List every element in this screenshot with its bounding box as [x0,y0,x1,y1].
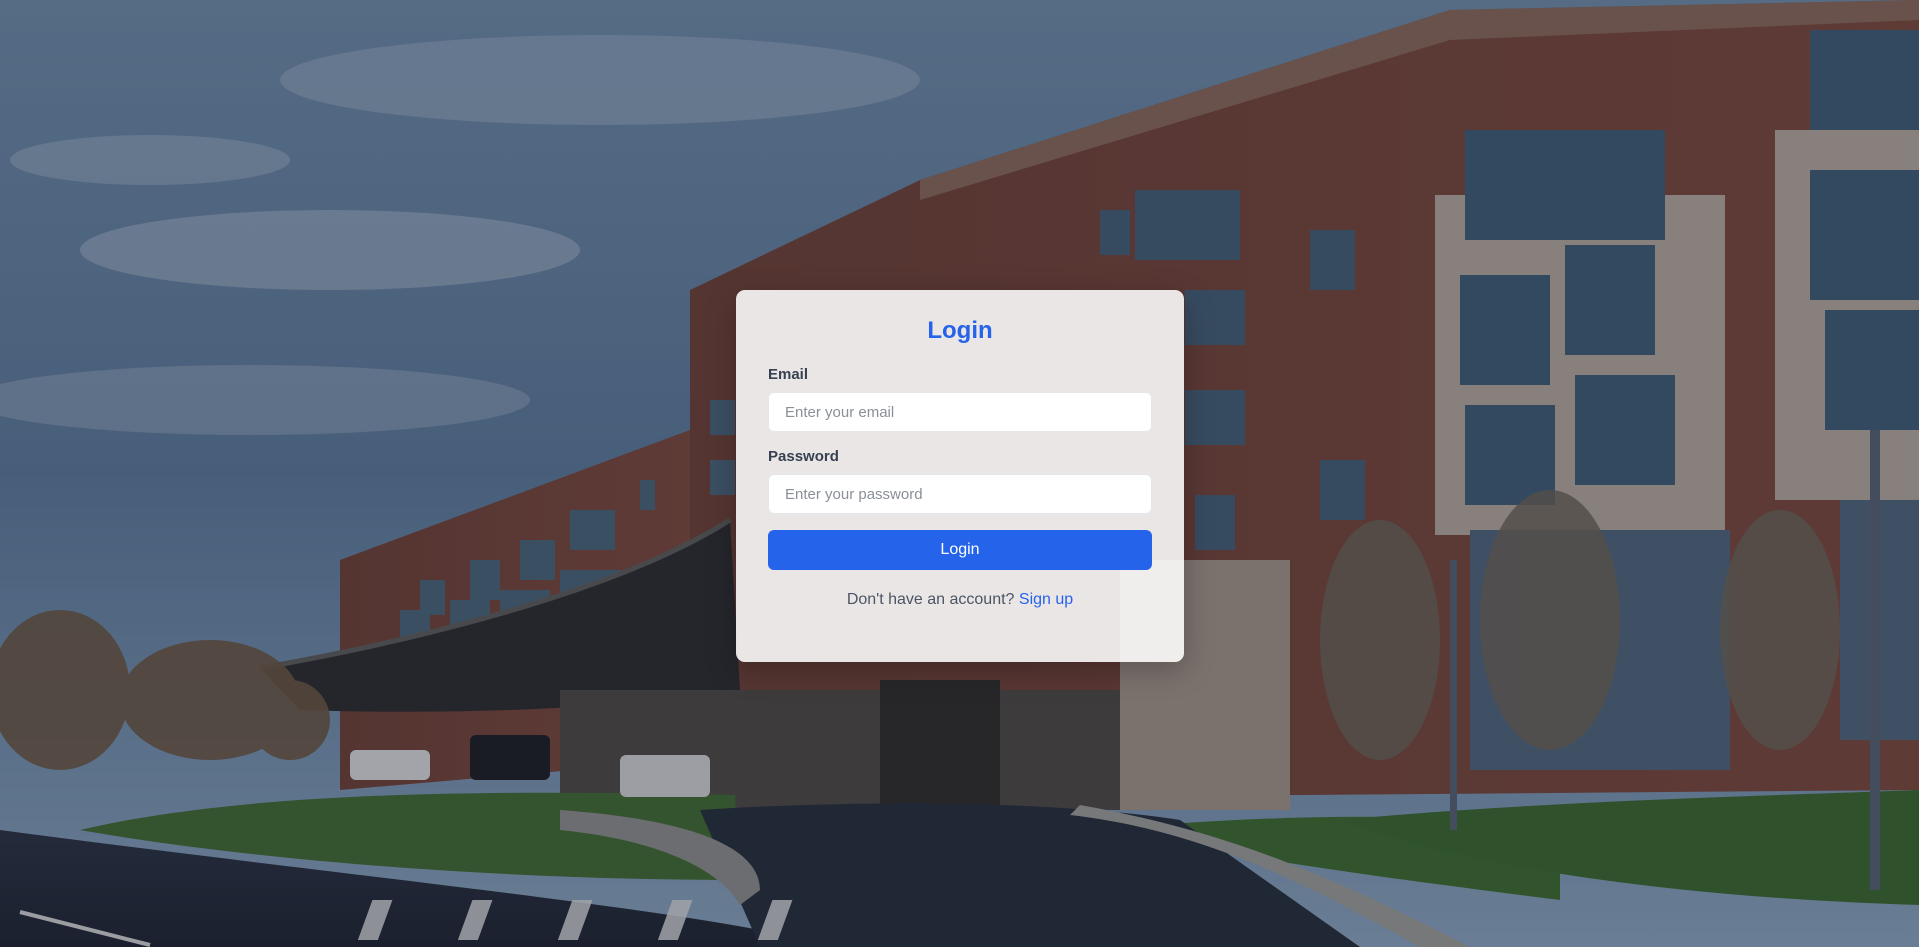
password-field[interactable] [768,474,1152,514]
signup-link[interactable]: Sign up [1019,591,1073,608]
email-field[interactable] [768,392,1152,432]
login-title: Login [927,317,993,344]
signup-prompt-line: Don't have an account? Sign up [768,590,1152,610]
login-button[interactable]: Login [768,530,1152,570]
email-label: Email [768,366,809,383]
login-page: Login Email Password Login Don't have an… [0,0,1919,947]
signup-prompt-text: Don't have an account? [846,591,1015,608]
password-label: Password [768,448,839,465]
login-card: Login Email Password Login Don't have an… [736,290,1184,662]
